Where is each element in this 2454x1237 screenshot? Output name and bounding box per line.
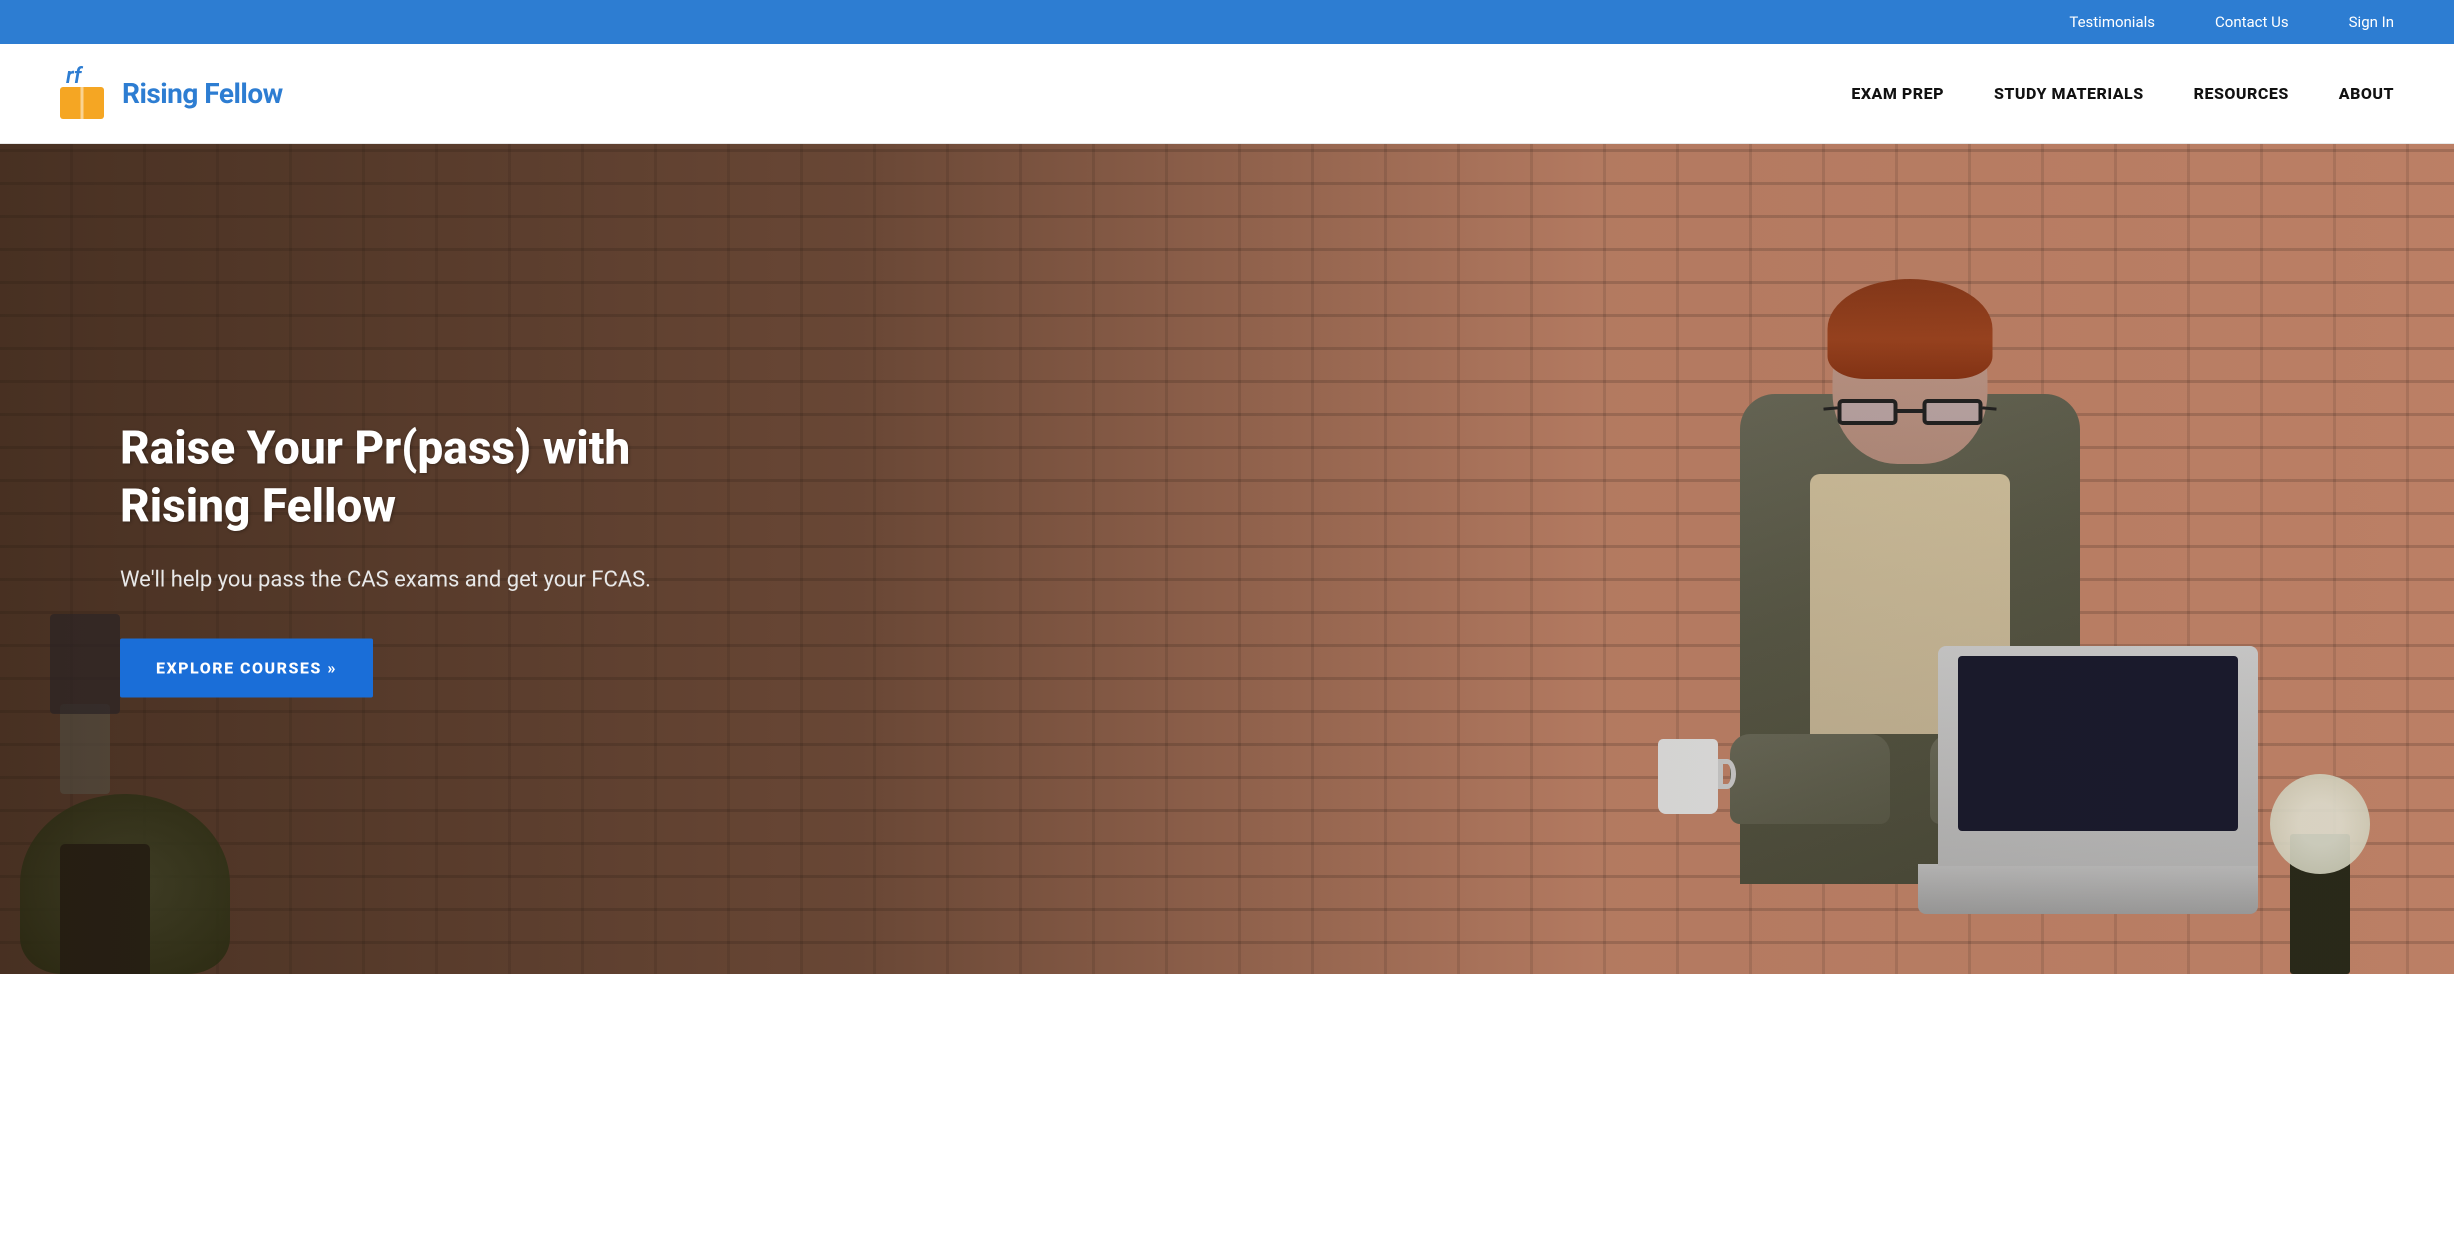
hero-section: Raise Your Pr(pass) with Rising Fellow W… [0,144,2454,974]
explore-courses-button[interactable]: EXPLORE COURSES » [120,639,373,698]
nav-study-materials[interactable]: STUDY MATERIALS [1994,84,2144,103]
nav-about[interactable]: ABOUT [2339,84,2394,103]
contact-link[interactable]: Contact Us [2215,13,2289,31]
logo-book-shape [60,87,104,119]
top-bar: Testimonials Contact Us Sign In [0,0,2454,44]
signin-link[interactable]: Sign In [2349,13,2394,31]
nav-exam-prep[interactable]: EXAM PREP [1851,84,1944,103]
hero-title: Raise Your Pr(pass) with Rising Fellow [120,421,740,536]
logo-rf-text: rf [66,66,81,88]
logo-brand-name: Rising Fellow [122,77,283,110]
nav-resources[interactable]: RESOURCES [2194,84,2289,103]
main-nav: rf Rising Fellow EXAM PREP STUDY MATERIA… [0,44,2454,144]
logo-link[interactable]: rf Rising Fellow [60,66,283,121]
hero-subtitle: We'll help you pass the CAS exams and ge… [120,564,740,597]
testimonials-link[interactable]: Testimonials [2069,13,2155,31]
hero-content: Raise Your Pr(pass) with Rising Fellow W… [120,421,740,698]
nav-links: EXAM PREP STUDY MATERIALS RESOURCES ABOU… [1851,84,2394,103]
logo-icon: rf [60,66,110,121]
